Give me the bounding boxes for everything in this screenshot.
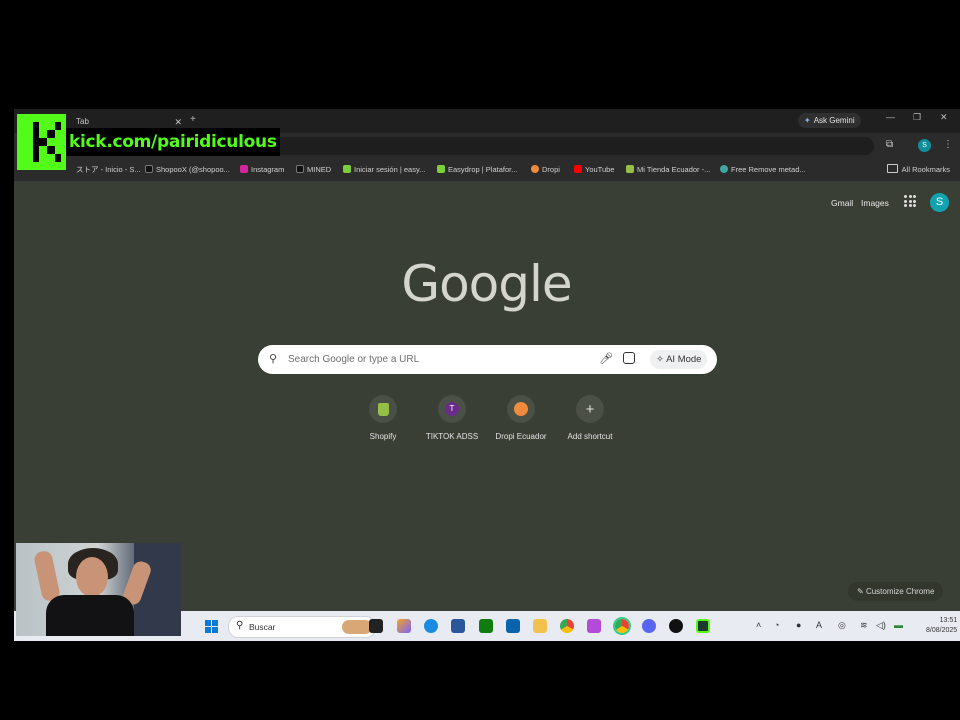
- bookmark-easy[interactable]: Iniciar sesión | easy...: [343, 164, 425, 176]
- bookmark-label: Dropi: [542, 165, 560, 174]
- dropi-icon: [531, 165, 539, 173]
- ai-mode-label: AI Mode: [666, 354, 702, 365]
- store-icon[interactable]: [451, 619, 465, 633]
- bookmark-label: YouTube: [585, 165, 615, 174]
- bookmark-youtube[interactable]: YouTube: [574, 164, 614, 176]
- battery-icon[interactable]: ▬: [894, 620, 903, 630]
- images-link[interactable]: Images: [861, 198, 889, 208]
- kick-logo-icon: [17, 114, 66, 170]
- ask-gemini-label: Ask Gemini: [813, 116, 855, 125]
- microphone-icon[interactable]: 🎤︎: [599, 352, 613, 365]
- close-window-icon[interactable]: ✕: [940, 112, 948, 123]
- plus-icon: +: [585, 400, 595, 418]
- t-letter-icon: T: [445, 402, 459, 416]
- bookmark-label: Free Remove metad...: [731, 165, 806, 174]
- search-icon: ⚲: [236, 620, 244, 631]
- bookmark-mi-tienda[interactable]: Mi Tienda Ecuador -...: [626, 164, 710, 176]
- search-input[interactable]: Search Google or type a URL: [288, 345, 419, 374]
- easydrop-icon: [437, 165, 445, 173]
- shortcut-icon-circle: T: [438, 395, 466, 423]
- bookmark-dropi[interactable]: Dropi: [531, 164, 560, 176]
- bookmark-label: MINED: [307, 165, 332, 174]
- shortcut-icon-circle: [369, 395, 397, 423]
- font-tray-icon[interactable]: A: [816, 620, 822, 630]
- mined-icon: [296, 165, 304, 173]
- ai-mode-button[interactable]: ✧ AI Mode: [650, 350, 708, 369]
- tiktok-app-icon[interactable]: [669, 619, 683, 633]
- profile-avatar[interactable]: S: [918, 139, 931, 152]
- xbox-icon[interactable]: [479, 619, 493, 633]
- ai-mode-sparkle-icon: ✧: [656, 354, 667, 365]
- shopify-icon: [377, 402, 389, 416]
- shortcut-label: Shopify: [369, 432, 397, 441]
- menu-icon[interactable]: ⋮: [943, 139, 953, 150]
- chrome-profile-icon[interactable]: [613, 617, 631, 635]
- kick-channel-url: kick.com/pairidiculous: [66, 128, 280, 156]
- folder-icon: [886, 164, 898, 173]
- shortcut-tiktok-adss[interactable]: T TIKTOK ADSS: [417, 395, 487, 441]
- google-lens-icon[interactable]: [623, 352, 635, 364]
- system-clock[interactable]: 13:51 8/08/2025: [926, 616, 957, 636]
- google-account-avatar[interactable]: S: [930, 193, 949, 212]
- chevron-up-icon[interactable]: ˄: [756, 620, 761, 630]
- shortcut-dropi-ecuador[interactable]: Dropi Ecuador: [486, 395, 556, 441]
- streaming-app-icon[interactable]: [696, 619, 710, 633]
- dropi-icon: [514, 402, 528, 416]
- google-apps-icon[interactable]: [904, 195, 916, 207]
- taskbar-search-label: Buscar: [249, 622, 276, 632]
- search-icon: ⚲: [269, 353, 278, 365]
- copilot-tray-icon[interactable]: ◎: [838, 620, 846, 631]
- shortcut-icon-circle: [507, 395, 535, 423]
- task-view-icon[interactable]: [369, 619, 383, 633]
- volume-icon[interactable]: ◁): [876, 620, 886, 631]
- extensions-icon[interactable]: ⧉: [886, 139, 893, 150]
- microphone-tray-icon[interactable]: ●: [796, 620, 801, 630]
- shortcut-label: Dropi Ecuador: [495, 432, 547, 441]
- gmail-link[interactable]: Gmail: [831, 198, 853, 208]
- shortcut-shopify[interactable]: Shopify: [348, 395, 418, 441]
- outlook-icon[interactable]: [506, 619, 520, 633]
- shortcut-label: Add shortcut: [567, 432, 613, 441]
- pencil-icon: ✎: [857, 587, 866, 596]
- globe-icon: [720, 165, 728, 173]
- shopify-icon: [626, 165, 634, 173]
- bookmark-label: Easydrop | Platafor...: [448, 165, 518, 174]
- bookmark-label: Iniciar sesión | easy...: [354, 165, 426, 174]
- file-explorer-icon[interactable]: [533, 619, 547, 633]
- google-logo: Google: [401, 255, 572, 313]
- webcam-overlay: [16, 543, 181, 636]
- bookmark-easydrop[interactable]: Easydrop | Platafor...: [437, 164, 518, 176]
- ask-gemini-button[interactable]: ✦ Ask Gemini: [798, 113, 861, 128]
- minimize-icon[interactable]: —: [886, 112, 895, 122]
- bookmark-mined[interactable]: MINED: [296, 164, 331, 176]
- shortcut-icon-circle: +: [576, 395, 604, 423]
- search-highlight-image: [342, 620, 372, 634]
- restore-icon[interactable]: ❐: [913, 112, 921, 123]
- bookmark-free-remove[interactable]: Free Remove metad...: [720, 164, 806, 176]
- discord-icon[interactable]: [642, 619, 656, 633]
- edge-icon[interactable]: [424, 619, 438, 633]
- kick-overlay: kick.com/pairidiculous: [17, 114, 280, 170]
- customize-chrome-label: Customize Chrome: [865, 587, 935, 596]
- copilot-icon[interactable]: [397, 619, 411, 633]
- photos-icon[interactable]: [587, 619, 601, 633]
- youtube-icon: [574, 165, 582, 173]
- bookmark-label: Mi Tienda Ecuador -...: [637, 165, 711, 174]
- wifi-icon[interactable]: ≋: [860, 620, 868, 631]
- chrome-icon[interactable]: [560, 619, 574, 633]
- tray-app-icon[interactable]: ◔: [774, 620, 779, 630]
- clock-time: 13:51: [939, 617, 958, 624]
- clock-date: 8/08/2025: [926, 627, 958, 634]
- search-box[interactable]: ⚲ Search Google or type a URL 🎤︎ ✧ AI Mo…: [258, 345, 717, 374]
- windows-start-icon[interactable]: [205, 620, 218, 633]
- taskbar-search[interactable]: ⚲ Buscar: [228, 616, 376, 638]
- all-bookmarks[interactable]: All Rookmarks: [886, 164, 950, 174]
- shortcut-add[interactable]: + Add shortcut: [555, 395, 625, 441]
- gemini-sparkle-icon: ✦: [804, 116, 811, 125]
- all-bookmarks-label: All Rookmarks: [901, 165, 950, 174]
- customize-chrome-button[interactable]: ✎ Customize Chrome: [848, 582, 944, 601]
- shortcut-label: TIKTOK ADSS: [425, 432, 479, 441]
- easy-icon: [343, 165, 351, 173]
